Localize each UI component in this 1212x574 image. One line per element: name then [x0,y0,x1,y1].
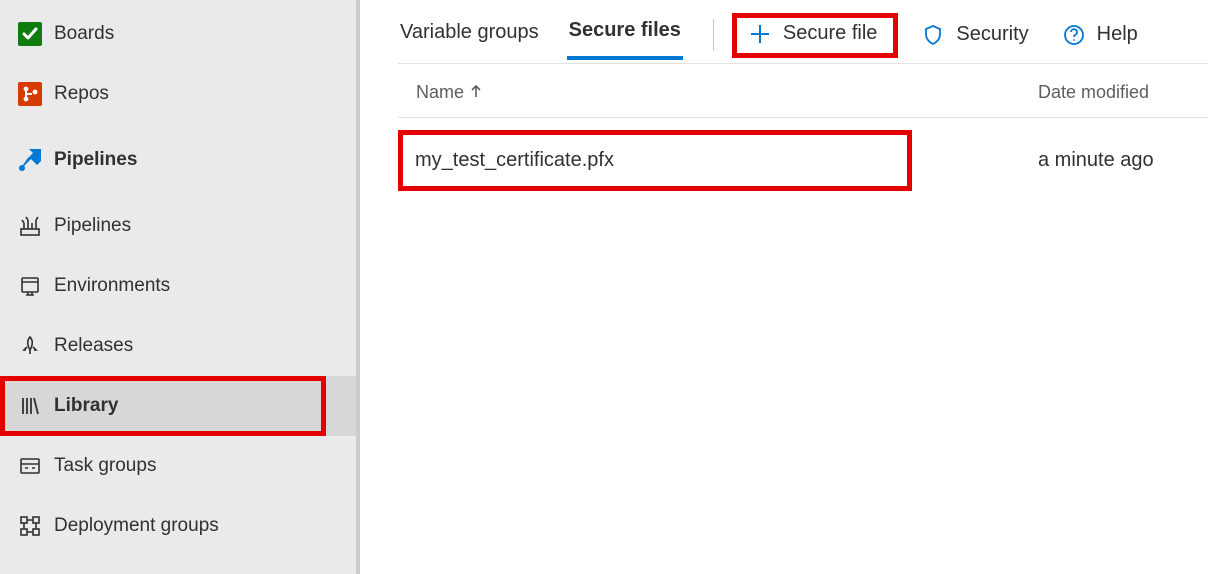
column-header-date[interactable]: Date modified [1038,82,1208,103]
sidebar-item-repos[interactable]: Repos [0,64,356,124]
boards-icon [10,20,50,48]
tabs-row: Variable groups Secure files Secure file… [398,16,1208,64]
sidebar-item-label: Repos [54,83,109,105]
library-icon [10,395,50,417]
sidebar-item-pipelines[interactable]: Pipelines [0,196,356,256]
tab-variable-groups[interactable]: Variable groups [398,21,541,58]
tab-label: Variable groups [400,21,539,43]
date-modified-value: a minute ago [1038,149,1154,171]
main-content: Variable groups Secure files Secure file… [360,0,1212,574]
security-button[interactable]: Security [912,19,1038,60]
repos-icon [10,80,50,108]
environments-icon [10,275,50,297]
sidebar-item-label: Library [54,395,118,417]
file-name-highlight: my_test_certificate.pfx [398,130,912,191]
sidebar-item-environments[interactable]: Environments [0,256,356,316]
action-label: Security [956,23,1028,46]
sidebar-item-label: Pipelines [54,215,131,237]
column-header-name[interactable]: Name [416,82,1038,103]
sidebar-item-releases[interactable]: Releases [0,316,356,376]
action-label: Help [1097,23,1138,46]
separator [713,19,714,51]
cell-date-modified: a minute ago [1038,149,1208,172]
sort-ascending-icon [470,82,482,103]
sidebar-item-deployment-groups[interactable]: Deployment groups [0,496,356,556]
sidebar-item-boards[interactable]: Boards [0,4,356,64]
cell-name: my_test_certificate.pfx [398,130,1038,191]
pipeline-icon [10,215,50,237]
file-name: my_test_certificate.pfx [415,149,614,171]
shield-icon [922,24,944,46]
action-label: Secure file [783,22,878,45]
sidebar-item-library[interactable]: Library [0,376,356,436]
tab-secure-files[interactable]: Secure files [567,19,683,60]
task-groups-icon [10,455,50,477]
sidebar: Boards Repos Pipelines [0,0,360,574]
tab-label: Secure files [569,19,681,41]
plus-icon [749,23,771,45]
pipelines-icon [10,145,50,175]
sidebar-section-pipelines[interactable]: Pipelines [0,124,356,196]
sidebar-item-task-groups[interactable]: Task groups [0,436,356,496]
column-label: Name [416,82,464,103]
sidebar-item-label: Environments [54,275,170,297]
help-button[interactable]: Help [1053,19,1148,60]
deployment-groups-icon [10,515,50,537]
add-secure-file-button[interactable]: Secure file [732,13,899,58]
table-header: Name Date modified [398,64,1208,118]
sidebar-item-label: Boards [54,23,114,45]
sidebar-item-label: Task groups [54,455,156,477]
column-label: Date modified [1038,82,1149,102]
releases-icon [10,335,50,357]
sidebar-item-label: Deployment groups [54,515,219,537]
table-row[interactable]: my_test_certificate.pfx a minute ago [398,118,1208,203]
help-icon [1063,24,1085,46]
sidebar-item-label: Releases [54,335,133,357]
sidebar-section-label: Pipelines [54,149,137,171]
